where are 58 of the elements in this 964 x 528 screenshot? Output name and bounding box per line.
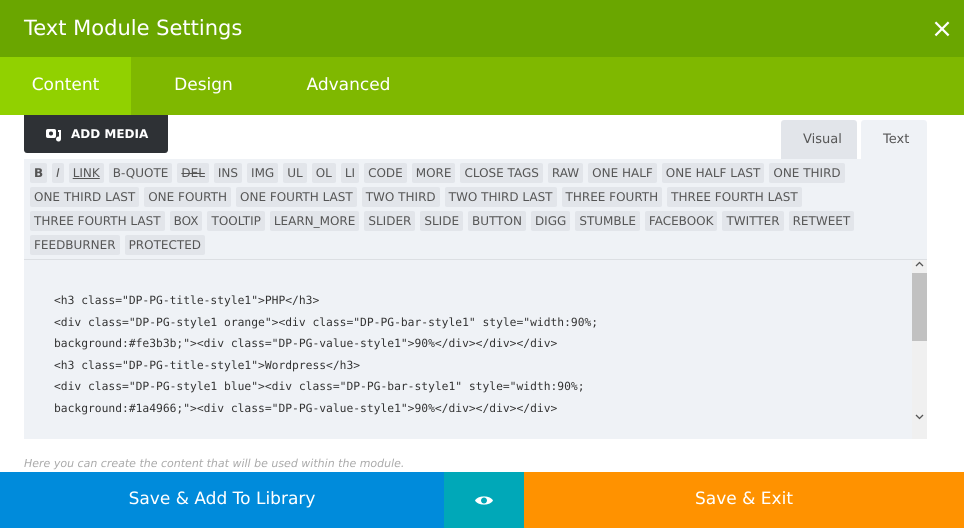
quicktag-button[interactable]: RAW	[548, 163, 584, 183]
quicktag-button[interactable]: TWO THIRD	[362, 187, 440, 207]
quicktag-button[interactable]: I	[52, 163, 64, 183]
media-icon	[46, 126, 63, 142]
save-library-button[interactable]: Save & Add To Library	[0, 472, 444, 528]
scroll-thumb[interactable]	[912, 273, 927, 341]
quicktag-button[interactable]: LEARN_MORE	[270, 211, 360, 231]
scroll-down-icon[interactable]	[915, 412, 924, 420]
editor-tab[interactable]: Visual	[781, 120, 857, 159]
code-line: <div class="DP-PG-style1 orange"><div class="DP-PG-bar-style1" style="width:90%;	[54, 314, 600, 330]
quicktag-button[interactable]: ONE FOURTH LAST	[236, 187, 357, 207]
quicktag-button[interactable]: ONE HALF LAST	[662, 163, 764, 183]
quicktag-button[interactable]: B	[30, 163, 48, 183]
scrollbar[interactable]	[912, 260, 927, 438]
quicktag-button[interactable]: ONE HALF	[588, 163, 657, 183]
quicktag-button[interactable]: IMG	[247, 163, 278, 183]
quicktag-button[interactable]: ONE THIRD LAST	[30, 187, 140, 207]
scroll-up-icon[interactable]	[915, 260, 924, 269]
preview-button[interactable]	[444, 472, 524, 528]
help-text: Here you can create the content that will be used within the module.	[24, 456, 406, 472]
eye-icon	[474, 494, 494, 506]
quicktag-button[interactable]: OL	[312, 163, 336, 183]
quicktag-button[interactable]: STUMBLE	[575, 211, 640, 231]
quicktag-button[interactable]: SLIDER	[364, 211, 416, 231]
editor-tab[interactable]: Text	[861, 120, 927, 159]
quicktag-button[interactable]: RETWEET	[788, 211, 854, 231]
quicktag-button[interactable]: TWITTER	[722, 211, 784, 231]
quicktag-button[interactable]: ONE FOURTH	[144, 187, 232, 207]
quicktag-button[interactable]: TWO THIRD LAST	[444, 187, 557, 207]
quicktag-button[interactable]: SLIDE	[420, 211, 464, 231]
quicktag-button[interactable]: FACEBOOK	[644, 211, 718, 231]
quicktag-button[interactable]: MORE	[412, 163, 456, 183]
quicktag-button[interactable]: BUTTON	[468, 211, 526, 231]
quicktag-button[interactable]: B-QUOTE	[108, 163, 172, 183]
code-line: background:#fe3b3b;"><div class="DP-PG-value-style1">90%</div></div></div>	[54, 336, 558, 352]
quicktag-button[interactable]: UL	[283, 163, 307, 183]
code-line: <h3 class="DP-PG-title-style1">PHP</h3>	[54, 293, 320, 309]
close-button[interactable]: ×	[920, 0, 964, 57]
quicktag-button[interactable]: THREE FOURTH	[562, 187, 662, 207]
quicktag-button[interactable]: THREE FOURTH LAST	[30, 211, 165, 231]
quicktag-button[interactable]: PROTECTED	[124, 235, 206, 255]
quicktag-button[interactable]: LI	[340, 163, 360, 183]
code-line: <h3 class="DP-PG-title-style1">Wordpress</h3>	[54, 358, 362, 374]
dialog-title: Text Module Settings	[23, 14, 242, 42]
quicktag-button[interactable]: THREE FOURTH LAST	[667, 187, 802, 207]
code-line: <div class="DP-PG-style1 blue"><div class="DP-PG-bar-style1" style="width:90%;	[54, 379, 586, 395]
quicktag-button[interactable]: CLOSE TAGS	[460, 163, 543, 183]
quicktag-button[interactable]: FEEDBURNER	[30, 235, 120, 255]
quicktag-button[interactable]: DIGG	[530, 211, 570, 231]
quicktag-button[interactable]: LINK	[68, 163, 104, 183]
quicktag-button[interactable]: DEL	[177, 163, 209, 183]
add-media-button[interactable]: ADD MEDIA	[24, 115, 168, 153]
quicktag-button[interactable]: CODE	[364, 163, 407, 183]
quicktag-button[interactable]: INS	[214, 163, 242, 183]
code-line: background:#1a4966;"><div class="DP-PG-value-style1">90%</div></div></div>	[54, 400, 558, 416]
quicktag-button[interactable]: TOOLTIP	[207, 211, 265, 231]
quicktag-button[interactable]: BOX	[170, 211, 202, 231]
quicktag-button[interactable]: ONE THIRD	[769, 163, 845, 183]
